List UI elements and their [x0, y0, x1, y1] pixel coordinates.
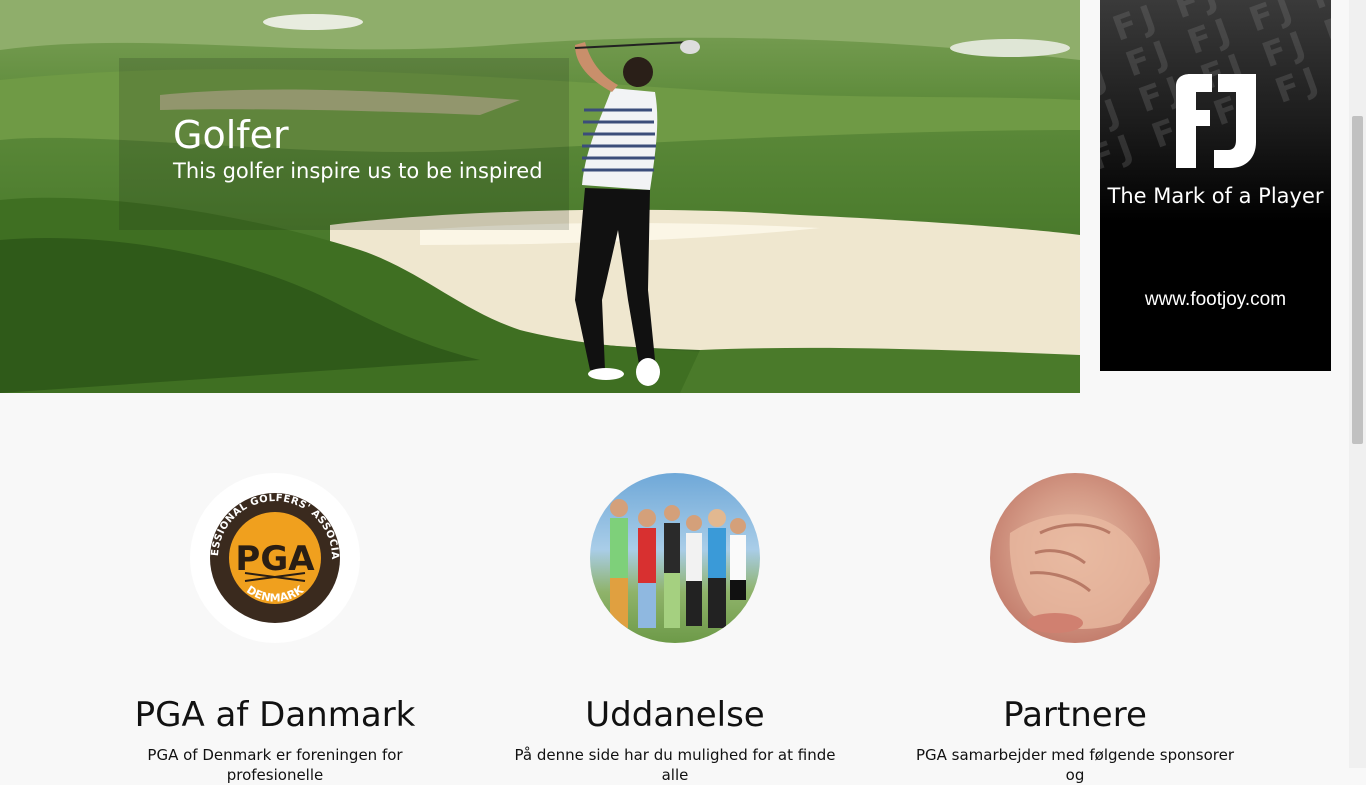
footjoy-ad[interactable]: FJ FJ FJ FJ FJ FJ FJ FJ FJ FJ FJ FJ FJ FJ … [1100, 0, 1331, 371]
page-scrollbar[interactable] [1349, 0, 1366, 768]
students-photo [610, 499, 746, 628]
ad-url-link[interactable]: www.footjoy.com [1100, 289, 1331, 311]
hero-subtitle: This golfer inspire us to be inspired [173, 159, 543, 183]
feature-uddanelse: Uddanelse På denne side har du mulighed … [505, 473, 845, 784]
ad-tagline: The Mark of a Player [1107, 184, 1324, 208]
feature-title-uddanelse[interactable]: Uddanelse [505, 695, 845, 735]
feature-title-partnere[interactable]: Partnere [905, 695, 1245, 735]
pga-logo-icon: PROFESSIONAL GOLFERS' ASSOCIATION DENMAR… [190, 473, 340, 623]
feature-partnere: Partnere PGA samarbejder med følgende sp… [905, 473, 1245, 784]
feature-text-uddanelse: På denne side har du mulighed for at fin… [514, 746, 836, 784]
feature-title-pga[interactable]: PGA af Danmark [105, 695, 445, 735]
pga-logo-circle[interactable]: PROFESSIONAL GOLFERS' ASSOCIATION DENMAR… [190, 473, 360, 643]
hero-banner: Golfer This golfer inspire us to be insp… [0, 0, 1080, 393]
feature-pga: PROFESSIONAL GOLFERS' ASSOCIATION DENMAR… [105, 473, 445, 784]
handshake-photo-circle[interactable] [990, 473, 1160, 643]
fj-logo-icon [1176, 74, 1256, 168]
scrollbar-thumb[interactable] [1352, 116, 1363, 444]
hero-title: Golfer [173, 113, 289, 157]
students-photo-circle[interactable] [590, 473, 760, 643]
feature-text-partnere: PGA samarbejder med følgende sponsorer o… [915, 746, 1235, 784]
handshake-icon [1009, 514, 1150, 633]
feature-text-pga: PGA of Denmark er foreningen for profesi… [147, 746, 403, 784]
